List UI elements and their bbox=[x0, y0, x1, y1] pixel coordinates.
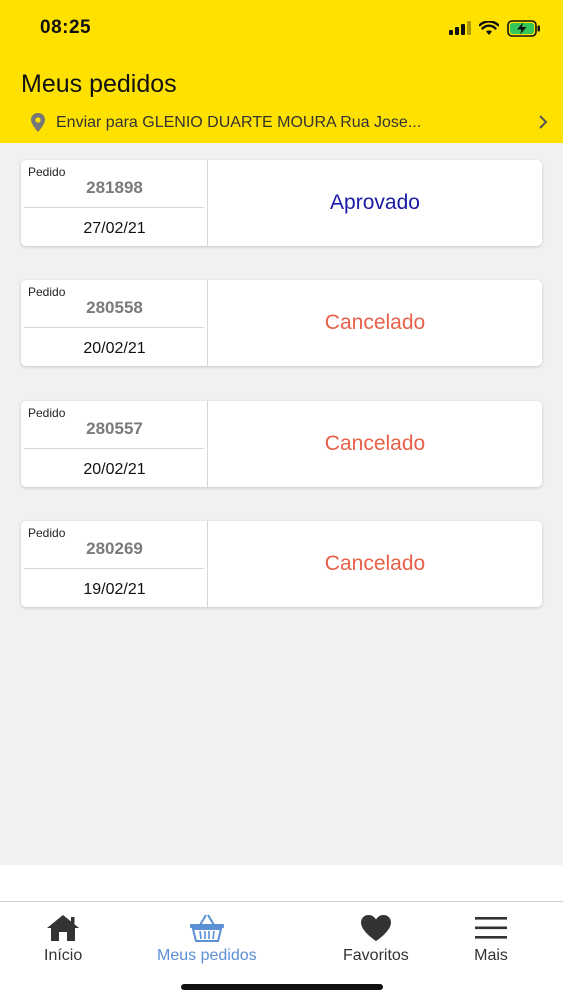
order-divider bbox=[24, 327, 204, 328]
order-card[interactable]: Pedido 281898 27/02/21 Aprovado bbox=[21, 160, 542, 246]
home-icon bbox=[47, 915, 80, 941]
shipping-address-row[interactable]: Enviar para GLENIO DUARTE MOURA Rua Jose… bbox=[30, 111, 548, 135]
home-indicator bbox=[181, 984, 383, 990]
order-label: Pedido bbox=[28, 406, 66, 420]
order-card[interactable]: Pedido 280558 20/02/21 Cancelado bbox=[21, 280, 542, 366]
order-label: Pedido bbox=[28, 285, 66, 299]
tab-label: Início bbox=[44, 947, 83, 964]
menu-icon bbox=[475, 917, 507, 939]
status-time: 08:25 bbox=[40, 17, 92, 38]
location-pin-icon bbox=[31, 113, 45, 132]
order-divider bbox=[24, 568, 204, 569]
tab-label: Favoritos bbox=[343, 947, 409, 964]
order-divider bbox=[24, 207, 204, 208]
chevron-right-icon bbox=[539, 115, 548, 129]
order-divider bbox=[24, 448, 204, 449]
tab-label: Meus pedidos bbox=[157, 947, 257, 964]
order-number: 280558 bbox=[86, 298, 143, 317]
tab-inicio[interactable]: Início bbox=[44, 913, 82, 965]
order-info: Pedido 280558 20/02/21 bbox=[21, 280, 208, 366]
order-info: Pedido 281898 27/02/21 bbox=[21, 160, 208, 246]
order-number: 280557 bbox=[86, 419, 143, 438]
order-status: Aprovado bbox=[330, 191, 420, 214]
battery-charging-icon bbox=[507, 19, 540, 37]
cellular-signal-icon bbox=[449, 21, 471, 35]
order-date: 19/02/21 bbox=[83, 581, 146, 598]
order-date: 20/02/21 bbox=[83, 340, 146, 357]
order-info: Pedido 280557 20/02/21 bbox=[21, 401, 208, 487]
tab-meus-pedidos[interactable]: Meus pedidos bbox=[157, 913, 257, 965]
order-status: Cancelado bbox=[324, 311, 426, 334]
order-label: Pedido bbox=[28, 165, 66, 179]
tab-label: Mais bbox=[474, 947, 508, 964]
app-header: 08:25 Meus pedidos Enviar para GLENIO DU… bbox=[0, 0, 563, 143]
order-label: Pedido bbox=[28, 526, 66, 540]
tab-bar-divider bbox=[0, 901, 563, 902]
order-status: Cancelado bbox=[324, 552, 426, 575]
bottom-tab-bar: Início Meus pedidos Favoritos Mais bbox=[0, 865, 563, 1000]
order-status: Cancelado bbox=[324, 432, 426, 455]
order-date: 27/02/21 bbox=[83, 220, 146, 237]
order-date: 20/02/21 bbox=[83, 461, 146, 478]
order-info: Pedido 280269 19/02/21 bbox=[21, 521, 208, 607]
status-bar: 08:25 bbox=[0, 0, 563, 58]
basket-icon bbox=[189, 914, 224, 942]
status-icons bbox=[449, 18, 541, 38]
order-number: 281898 bbox=[86, 178, 143, 197]
page-title: Meus pedidos bbox=[21, 70, 177, 98]
order-number: 280269 bbox=[86, 539, 143, 558]
heart-icon bbox=[360, 915, 391, 941]
order-card[interactable]: Pedido 280557 20/02/21 Cancelado bbox=[21, 401, 542, 487]
shipping-address-text: Enviar para GLENIO DUARTE MOURA Rua Jose… bbox=[56, 114, 422, 131]
order-card[interactable]: Pedido 280269 19/02/21 Cancelado bbox=[21, 521, 542, 607]
tab-mais[interactable]: Mais bbox=[474, 913, 508, 965]
wifi-icon bbox=[479, 20, 499, 35]
tab-favoritos[interactable]: Favoritos bbox=[343, 913, 409, 965]
